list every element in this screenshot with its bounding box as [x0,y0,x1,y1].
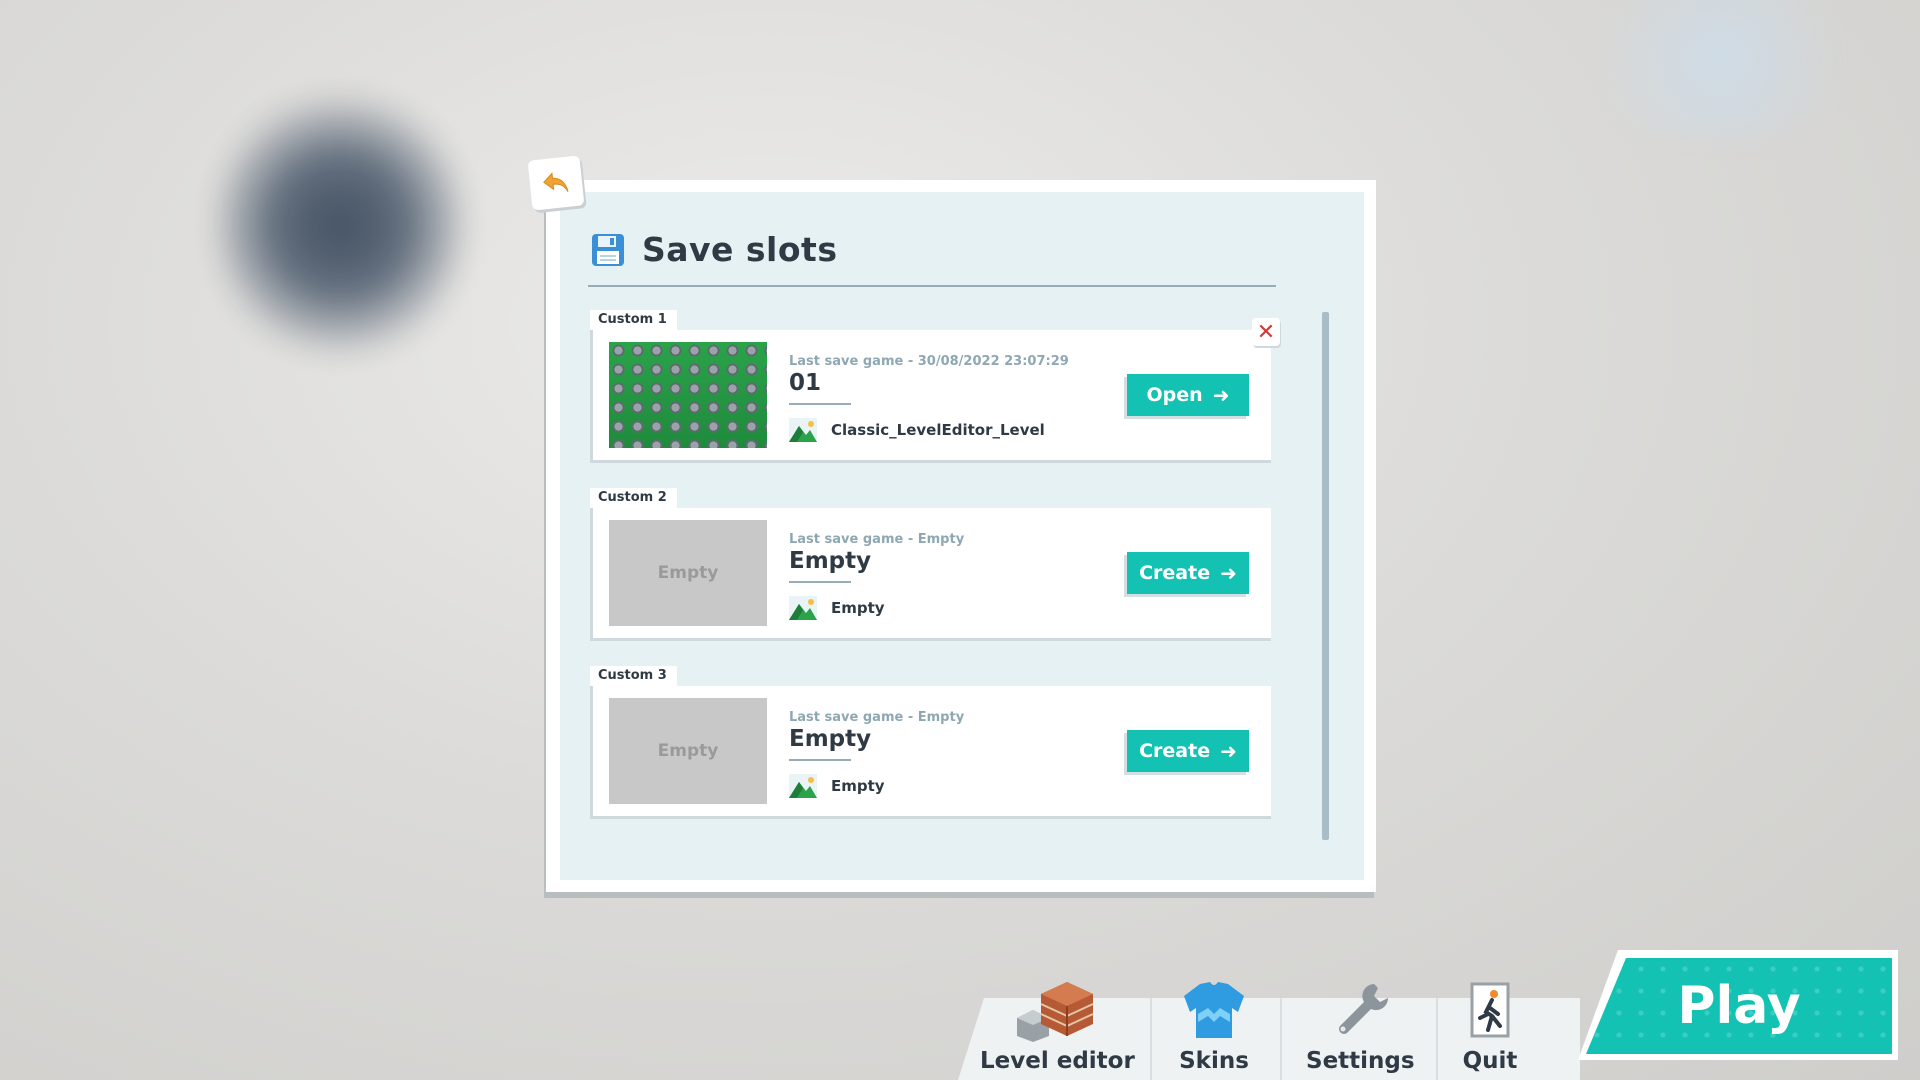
skins-button[interactable]: Skins [1178,978,1250,1074]
last-save-text: Last save game - 30/08/2022 23:07:29 [789,354,1069,369]
bricks-icon [1017,982,1094,1042]
play-button[interactable]: Play [1586,958,1892,1054]
exit-door-icon [1470,982,1510,1038]
arrow-right-icon: ➜ [1220,561,1237,585]
slot-name-divider [789,759,851,761]
page-title: Save slots [642,230,838,269]
slot-name: Empty [789,726,872,752]
slot-name: 01 [789,370,822,396]
level-thumbnail [609,342,767,448]
close-icon: ✕ [1256,319,1276,345]
landscape-icon [789,774,817,798]
settings-label: Settings [1306,1048,1415,1074]
create-button[interactable]: Create ➜ [1127,552,1249,594]
menu-divider [1436,998,1438,1080]
settings-button[interactable]: Settings [1306,978,1415,1074]
slot-tab-label: Custom 1 [590,310,677,330]
save-slot-3: Custom 3 Empty Last save game - Empty Em… [588,666,1271,819]
slot-tab-label: Custom 3 [590,666,677,686]
level-name: Empty [831,599,885,617]
last-save-text: Last save game - Empty [789,532,965,547]
background-glow [1560,0,1880,140]
level-name: Empty [831,777,885,795]
menu-divider [1150,998,1152,1080]
play-button-frame: Play [1578,950,1898,1060]
landscape-icon [789,596,817,620]
background-blur [215,85,465,365]
level-editor-label: Level editor [980,1048,1135,1074]
delete-slot-button[interactable]: ✕ [1252,318,1280,346]
title-divider [588,285,1276,287]
create-button[interactable]: Create ➜ [1127,730,1249,772]
arrow-right-icon: ➜ [1220,739,1237,763]
slot-card: Empty Last save game - Empty Empty Empty… [590,686,1271,819]
landscape-icon [789,418,817,442]
empty-thumbnail: Empty [609,698,767,804]
slot-name: Empty [789,548,872,574]
last-save-text: Last save game - Empty [789,710,965,725]
create-button-label: Create [1139,740,1211,762]
arrow-right-icon: ➜ [1212,383,1230,407]
quit-label: Quit [1462,1048,1518,1074]
slot-card: Empty Last save game - Empty Empty Empty… [590,508,1271,641]
slot-name-divider [789,581,851,583]
floppy-disk-icon [592,233,624,266]
level-name: Classic_LevelEditor_Level [831,421,1045,439]
level-row: Classic_LevelEditor_Level [789,418,1045,442]
quit-button[interactable]: Quit [1462,978,1518,1074]
open-button[interactable]: Open ➜ [1127,374,1249,416]
slot-name-divider [789,403,851,405]
back-button[interactable] [527,155,585,211]
empty-thumbnail: Empty [609,520,767,626]
scrollbar[interactable] [1322,312,1329,840]
level-row: Empty [789,596,885,620]
skins-label: Skins [1179,1048,1249,1074]
open-button-label: Open [1146,384,1203,406]
panel-header: Save slots [590,230,837,269]
slot-tab-label: Custom 2 [590,488,677,508]
slot-card: Last save game - 30/08/2022 23:07:29 01 … [590,330,1271,463]
menu-divider [1280,998,1282,1080]
save-slot-2: Custom 2 Empty Last save game - Empty Em… [588,488,1271,641]
save-slot-1: Custom 1 Last save game - 30/08/2022 23:… [588,310,1271,463]
back-arrow-icon [543,172,569,193]
sweater-icon [1184,982,1244,1038]
level-editor-button[interactable]: Level editor [980,978,1135,1074]
level-row: Empty [789,774,885,798]
create-button-label: Create [1139,562,1211,584]
wrench-icon [1339,984,1389,1034]
